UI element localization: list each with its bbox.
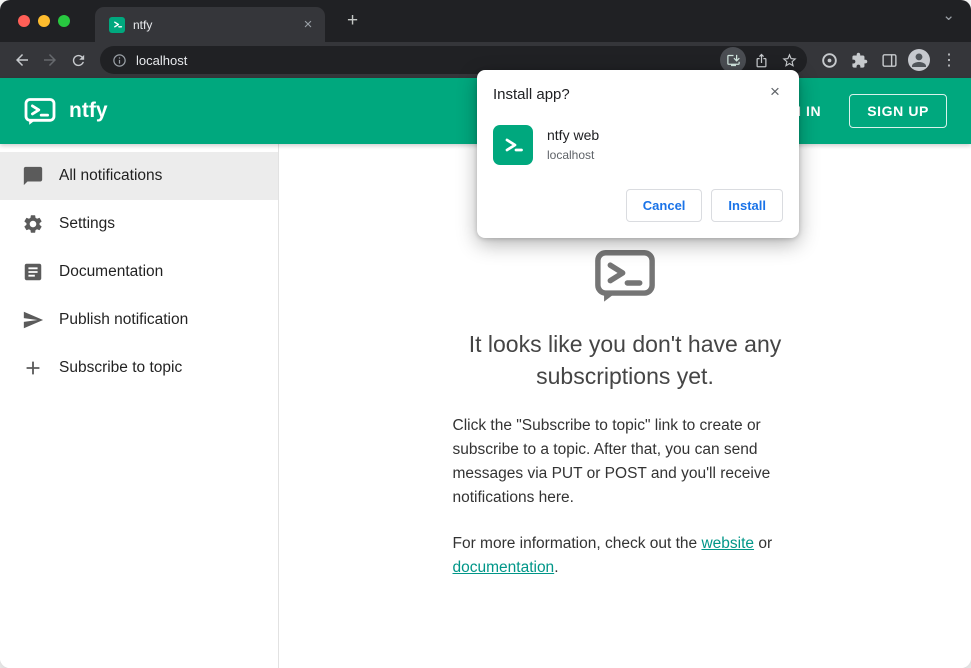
back-button[interactable]	[8, 46, 36, 74]
dialog-actions: Cancel Install	[493, 189, 783, 222]
minimize-window-button[interactable]	[38, 15, 50, 27]
brand-title: ntfy	[69, 99, 108, 122]
browser-menu-icon[interactable]: ⋮	[935, 46, 963, 74]
ntfy-logo-large-icon	[594, 248, 656, 309]
install-button[interactable]: Install	[711, 189, 783, 222]
new-tab-button[interactable]: +	[340, 9, 365, 34]
ntfy-logo-icon[interactable]	[24, 97, 56, 126]
gear-icon	[21, 212, 45, 236]
circular-extension-icon[interactable]	[815, 46, 843, 74]
browser-tab[interactable]: ntfy ×	[95, 7, 325, 42]
side-panel-icon[interactable]	[875, 46, 903, 74]
profile-avatar[interactable]	[905, 46, 933, 74]
dialog-app-name: ntfy web	[547, 127, 600, 143]
documentation-link[interactable]: documentation	[453, 559, 555, 576]
dialog-app-texts: ntfy web localhost	[547, 125, 599, 162]
url-text: localhost	[136, 52, 188, 68]
plus-icon	[21, 356, 45, 380]
sidebar-item-publish-notification[interactable]: Publish notification	[0, 296, 278, 344]
empty-state-heading: It looks like you don't have any subscri…	[468, 331, 782, 389]
article-icon	[21, 260, 45, 284]
tab-close-icon[interactable]: ×	[299, 16, 317, 34]
sidebar-item-label: Subscribe to topic	[59, 359, 183, 376]
sidebar: All notifications Settings Documentation…	[0, 144, 279, 668]
dialog-title: Install app?	[493, 86, 570, 103]
empty-state-more-info: For more information, check out the webs…	[453, 532, 798, 580]
send-icon	[21, 308, 45, 332]
more-info-text: For more information, check out the	[452, 535, 702, 553]
forward-button[interactable]	[36, 46, 64, 74]
sidebar-item-label: All notifications	[59, 167, 163, 184]
close-icon[interactable]: ×	[765, 82, 785, 102]
more-info-text: .	[554, 559, 559, 577]
dialog-app-origin: localhost	[547, 148, 595, 162]
sidebar-item-subscribe-to-topic[interactable]: Subscribe to topic	[0, 344, 278, 392]
install-app-dialog: Install app? × ntfy web localhost Cancel…	[477, 70, 799, 238]
empty-state-paragraph: Click the "Subscribe to topic" link to c…	[452, 417, 771, 507]
ntfy-app-icon	[493, 125, 533, 165]
site-info-icon[interactable]	[112, 53, 127, 68]
reload-button[interactable]	[64, 46, 92, 74]
browser-window: ntfy × + ⌄ localhost ⋮ ntfy IN SIGN UP A…	[0, 0, 971, 668]
dialog-app-row: ntfy web localhost	[493, 125, 783, 165]
zoom-window-button[interactable]	[58, 15, 70, 27]
toolbar-right-cluster: ⋮	[815, 46, 963, 74]
window-controls	[18, 15, 70, 27]
more-info-text: or	[754, 535, 773, 553]
cancel-button[interactable]: Cancel	[625, 189, 703, 222]
sidebar-item-settings[interactable]: Settings	[0, 200, 278, 248]
tab-search-chevron-icon[interactable]: ⌄	[942, 6, 955, 24]
ntfy-favicon-icon	[109, 16, 125, 33]
sidebar-item-label: Documentation	[59, 263, 164, 280]
sidebar-item-label: Settings	[59, 215, 116, 232]
website-link[interactable]: website	[701, 535, 754, 552]
chat-bubble-icon	[21, 164, 45, 188]
titlebar: ntfy × + ⌄	[0, 0, 971, 42]
sidebar-item-documentation[interactable]: Documentation	[0, 248, 278, 296]
sidebar-item-all-notifications[interactable]: All notifications	[0, 152, 278, 200]
tab-title: ntfy	[133, 17, 153, 32]
extensions-puzzle-icon[interactable]	[845, 46, 873, 74]
sidebar-item-label: Publish notification	[59, 311, 189, 328]
close-window-button[interactable]	[18, 15, 30, 27]
sign-up-button[interactable]: SIGN UP	[849, 94, 947, 128]
